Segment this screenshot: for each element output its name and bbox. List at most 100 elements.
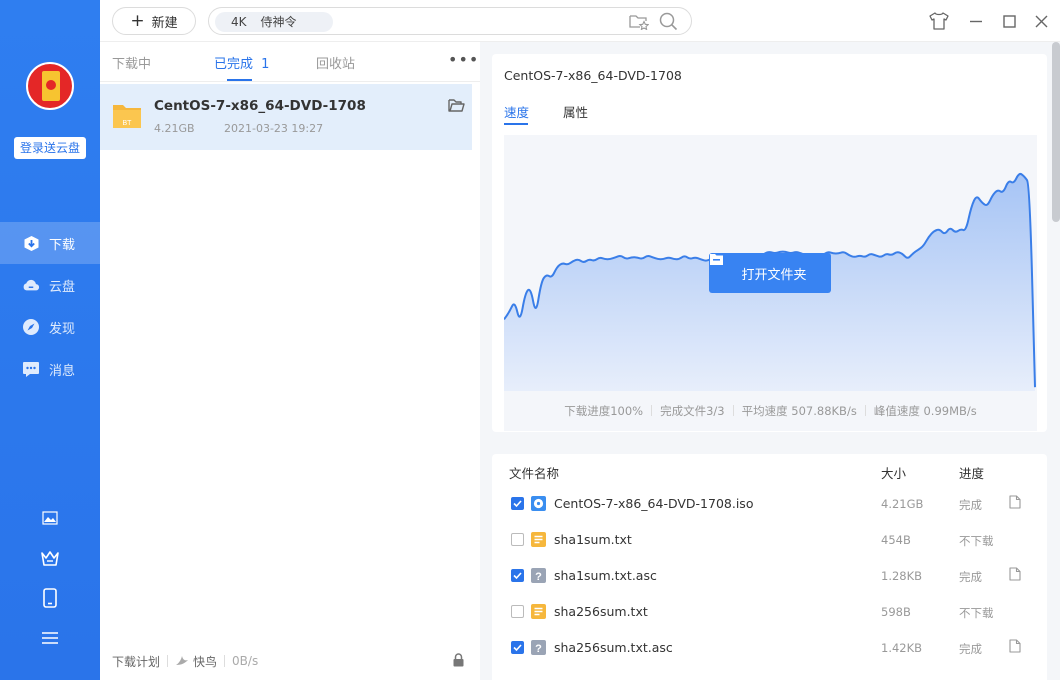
phone-icon[interactable]: [40, 588, 60, 608]
file-checkbox[interactable]: [511, 497, 524, 510]
text-file-icon: [531, 604, 546, 619]
minimize-icon[interactable]: [966, 11, 986, 31]
sidebar-item-label: 下载: [49, 237, 76, 253]
new-task-label: 新建: [151, 15, 178, 31]
sidebar-item-label: 发现: [49, 321, 76, 337]
svg-text:?: ?: [535, 571, 542, 583]
sidebar-item-discover[interactable]: 发现: [0, 306, 100, 348]
file-row[interactable]: CentOS-7-x86_64-DVD-1708.iso 4.21GB 完成: [492, 486, 1047, 522]
sidebar-item-download[interactable]: 下载: [0, 222, 100, 264]
file-row[interactable]: ? sha1sum.txt.asc 1.28KB 完成: [492, 558, 1047, 594]
sidebar: 登录送云盘 下载 云盘 发现 消息: [0, 0, 100, 680]
search-suggestion-tag[interactable]: 4K 侍神令: [215, 12, 333, 32]
file-progress: 不下载: [959, 534, 994, 548]
col-header-progress: 进度: [959, 466, 985, 481]
file-name: sha1sum.txt: [554, 532, 632, 547]
stat-files: 完成文件3/3: [660, 404, 725, 418]
bird-icon: [175, 655, 189, 667]
tab-completed-label: 已完成: [214, 57, 254, 72]
maximize-icon[interactable]: [999, 11, 1019, 31]
scrollbar[interactable]: [1052, 42, 1060, 222]
open-folder-icon[interactable]: [448, 98, 465, 117]
divider: [732, 405, 734, 416]
task-item[interactable]: BT CentOS-7-x86_64-DVD-1708 4.21GB 2021-…: [100, 84, 472, 150]
col-header-name: 文件名称: [509, 466, 560, 481]
file-checkbox[interactable]: [511, 533, 524, 546]
tab-speed[interactable]: 速度: [504, 102, 529, 121]
file-open-icon[interactable]: [1009, 495, 1021, 513]
divider: [224, 655, 226, 667]
folder-star-icon[interactable]: [629, 13, 650, 34]
file-size: 454B: [881, 533, 911, 547]
task-tabs: 下载中 已完成 1 回收站 •••: [100, 42, 480, 82]
menu-icon[interactable]: [40, 628, 60, 648]
tab-completed[interactable]: 已完成 1: [214, 53, 269, 72]
plus-icon: +: [130, 10, 145, 31]
file-size: 598B: [881, 605, 911, 619]
file-checkbox[interactable]: [511, 641, 524, 654]
file-checkbox[interactable]: [511, 569, 524, 582]
task-name: CentOS-7-x86_64-DVD-1708: [154, 98, 366, 114]
file-progress: 不下载: [959, 606, 994, 620]
stat-progress: 下载进度100%: [564, 404, 644, 418]
sidebar-item-label: 云盘: [49, 279, 76, 295]
tab-active-indicator: [227, 79, 252, 81]
sidebar-item-messages[interactable]: 消息: [0, 348, 100, 390]
unknown-file-icon: ?: [531, 568, 546, 583]
file-open-icon[interactable]: [1009, 639, 1021, 657]
tab-active-indicator: [504, 123, 528, 125]
open-folder-button[interactable]: 打开文件夹: [709, 253, 831, 293]
file-row[interactable]: ? sha256sum.txt.asc 1.42KB 完成: [492, 630, 1047, 666]
file-name: CentOS-7-x86_64-DVD-1708.iso: [554, 496, 754, 511]
lock-icon[interactable]: [452, 653, 465, 670]
message-icon: [22, 360, 40, 378]
detail-title: CentOS-7-x86_64-DVD-1708: [504, 68, 682, 83]
download-icon: [22, 234, 40, 252]
file-progress: 完成: [959, 498, 982, 512]
crown-icon[interactable]: [40, 548, 60, 568]
sidebar-item-cloud[interactable]: 云盘: [0, 264, 100, 306]
file-size: 1.28KB: [881, 569, 923, 583]
divider: [864, 405, 866, 416]
file-list-card: 文件名称 大小 进度 CentOS-7-x86_64-DVD-1708.iso 4…: [492, 454, 1047, 680]
file-open-icon[interactable]: [1009, 567, 1021, 585]
tab-downloading[interactable]: 下载中: [112, 53, 151, 72]
svg-text:?: ?: [535, 643, 542, 655]
file-checkbox[interactable]: [511, 605, 524, 618]
broken-image-icon[interactable]: [40, 508, 60, 528]
tag-title: 侍神令: [260, 15, 297, 29]
tab-recycle[interactable]: 回收站: [316, 53, 355, 72]
bird-accelerate-link[interactable]: 快鸟: [193, 653, 217, 670]
file-name: sha1sum.txt.asc: [554, 568, 657, 583]
cloud-icon: [22, 276, 40, 294]
file-row[interactable]: sha256sum.txt 598B 不下载: [492, 594, 1047, 630]
more-options-icon[interactable]: •••: [448, 50, 479, 69]
col-header-size: 大小: [881, 466, 907, 481]
tab-properties[interactable]: 属性: [563, 102, 588, 121]
tag-quality: 4K: [231, 15, 247, 29]
current-speed: 0B/s: [232, 654, 259, 668]
avatar[interactable]: [26, 62, 74, 110]
disc-file-icon: [531, 496, 546, 511]
file-progress: 完成: [959, 570, 982, 584]
search-icon[interactable]: [659, 12, 678, 35]
download-stats: 下载进度100% 完成文件3/3 平均速度 507.88KB/s 峰值速度 0.99M…: [504, 403, 1037, 419]
open-folder-label: 打开文件夹: [741, 267, 807, 283]
file-row[interactable]: sha1sum.txt 454B 不下载: [492, 522, 1047, 558]
file-name: sha256sum.txt.asc: [554, 640, 673, 655]
task-size: 4.21GB: [154, 122, 195, 135]
download-plan-link[interactable]: 下载计划: [112, 653, 160, 670]
stat-avg-speed: 平均速度 507.88KB/s: [741, 404, 857, 418]
search-bar[interactable]: 4K 侍神令: [208, 7, 692, 35]
login-button[interactable]: 登录送云盘: [14, 137, 86, 159]
new-task-button[interactable]: + 新建: [112, 7, 196, 35]
close-icon[interactable]: [1031, 11, 1051, 31]
skin-icon[interactable]: [929, 11, 949, 31]
compass-icon: [22, 318, 40, 336]
text-file-icon: [531, 532, 546, 547]
app-window: 登录送云盘 下载 云盘 发现 消息 + 新建 4K 侍神令 下载中 已完成 1 …: [0, 0, 1060, 680]
status-bar: 下载计划 快鸟 0B/s: [100, 642, 480, 680]
stat-peak-speed: 峰值速度 0.99MB/s: [873, 404, 977, 418]
toolbar: + 新建 4K 侍神令: [100, 0, 1060, 42]
speed-card: CentOS-7-x86_64-DVD-1708 速度 属性 打开文件夹 下载进…: [492, 54, 1047, 432]
